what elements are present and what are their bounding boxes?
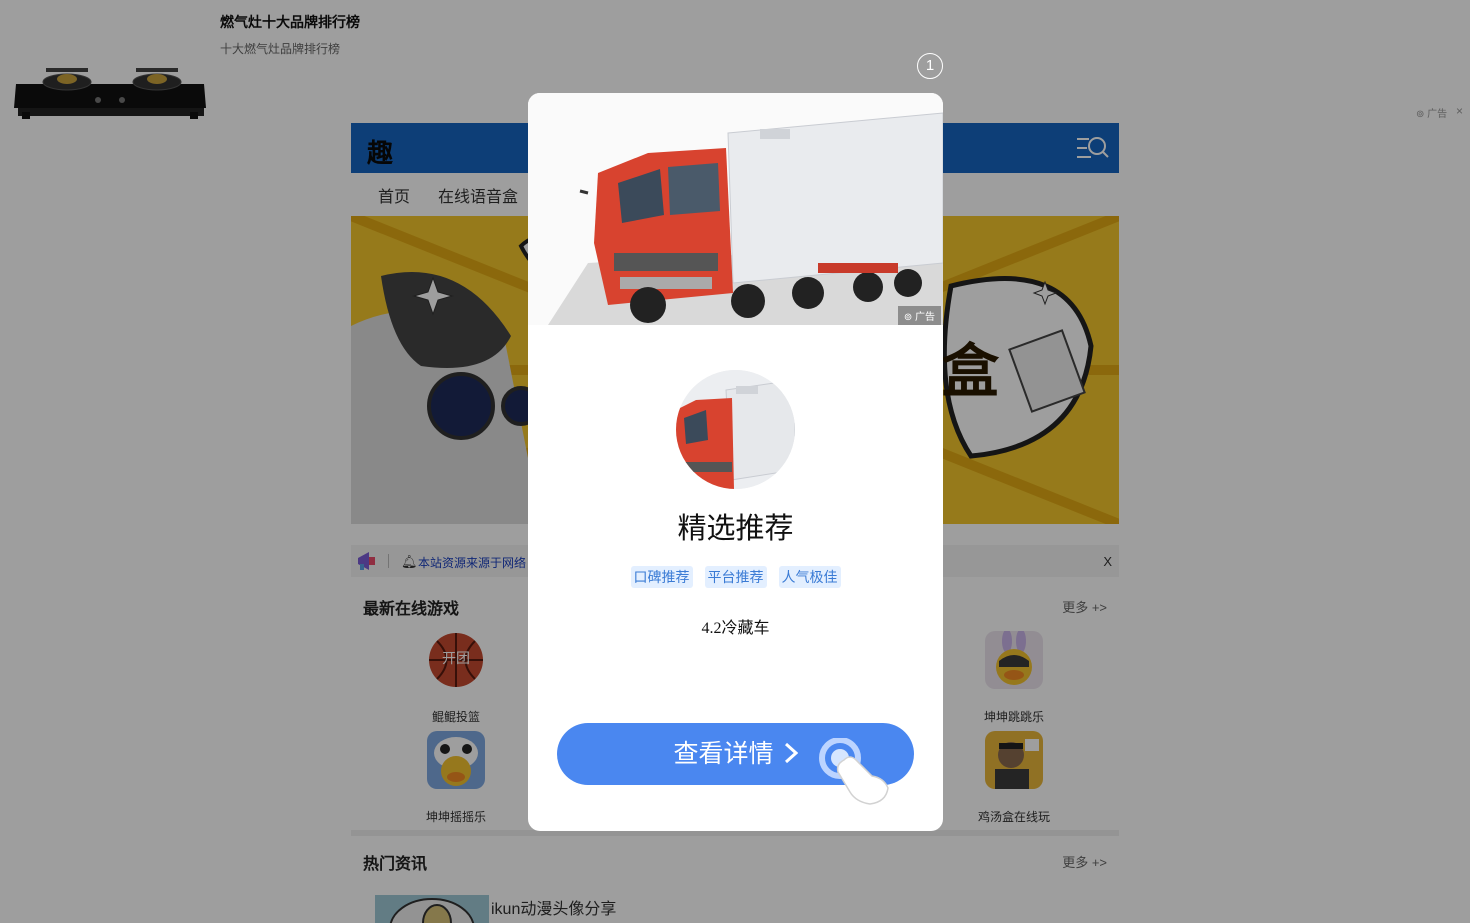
popup-ad-label: ⊚ 广告: [897, 306, 941, 325]
ad-popup: ⊚ 广告 精选推荐 口碑推荐 平台推荐 人气极佳 4.2冷藏车 查看详情: [528, 93, 943, 831]
chevron-right-icon: [784, 723, 798, 785]
popup-description: 4.2冷藏车: [701, 620, 770, 637]
popup-ad-label-text: 广告: [915, 312, 935, 323]
popup-hero-image[interactable]: ⊚ 广告: [528, 93, 943, 325]
tag-badge: 平台推荐: [704, 566, 767, 588]
tag-badge: 人气极佳: [778, 566, 841, 588]
popup-title: 精选推荐: [677, 513, 794, 545]
pointing-hand-icon: [819, 738, 889, 805]
tag-badge: 口碑推荐: [630, 566, 693, 588]
view-details-label: 查看详情: [673, 740, 774, 768]
popup-tags: 口碑推荐 平台推荐 人气极佳: [528, 566, 943, 588]
page: 燃气灶十大品牌排行榜 十大燃气灶品牌排行榜 ⊚ 广告 × 趣 首页 在线语音盒: [0, 0, 1470, 923]
popup-avatar[interactable]: [676, 370, 795, 489]
refrigerated-truck-image: [528, 93, 943, 325]
truck-avatar-image: [676, 370, 795, 489]
ad-countdown-badge[interactable]: 1: [917, 53, 943, 79]
